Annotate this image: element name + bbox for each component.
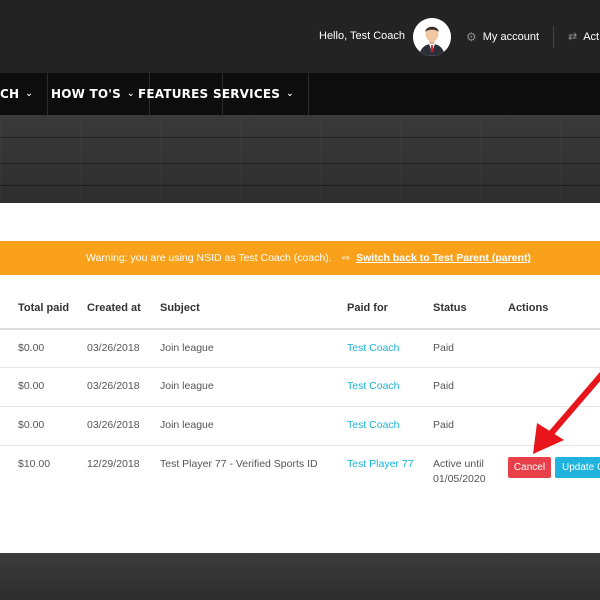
swap-icon: ⇄ <box>568 31 578 43</box>
nav-item-label: FEATURES <box>138 87 209 101</box>
nav-item-label: HOW TO'S <box>51 87 121 101</box>
cell-subject: Join league <box>160 419 214 431</box>
nav-item-label: SERVICES <box>213 87 281 101</box>
cell-status: Paid <box>433 342 455 354</box>
cell-status: Paid <box>433 419 455 431</box>
cell-status: Active until 01/05/2020 <box>433 457 503 487</box>
cell-paid-for-link[interactable]: Test Coach <box>347 379 400 394</box>
content-panel: Warning: you are using NSID as Test Coac… <box>0 203 600 553</box>
cell-total-paid: $0.00 <box>18 342 45 354</box>
chevron-down-icon: ⌄ <box>25 89 33 99</box>
warning-text: Warning: you are using NSID as Test Coac… <box>86 252 332 264</box>
cell-total-paid: $0.00 <box>18 380 45 392</box>
header-divider <box>553 26 554 48</box>
greeting-text: Hello, Test Coach <box>319 30 406 42</box>
wood-plank-line <box>0 185 600 186</box>
activity-link[interactable]: ⇄ Act <box>568 30 600 44</box>
sign-out-icon: ⇨ <box>341 252 351 264</box>
update-button[interactable]: Update C <box>555 457 600 478</box>
row-divider <box>0 367 600 368</box>
avatar[interactable] <box>413 18 451 56</box>
cell-paid-for-link[interactable]: Test Player 77 <box>347 457 414 472</box>
footer-background <box>0 553 600 600</box>
cell-status: Paid <box>433 380 455 392</box>
status-line-1: Active until <box>433 458 484 470</box>
cell-total-paid: $10.00 <box>18 458 51 470</box>
hero-banner <box>0 115 600 203</box>
column-header-status: Status <box>433 302 467 314</box>
cell-subject: Join league <box>160 342 214 354</box>
cell-created-at: 03/26/2018 <box>87 342 140 354</box>
cell-paid-for-link[interactable]: Test Coach <box>347 341 400 356</box>
switch-back-link[interactable]: Switch back to Test Parent (parent) <box>356 252 531 264</box>
cell-subject: Join league <box>160 380 214 392</box>
column-header-subject: Subject <box>160 302 200 314</box>
column-header-total-paid: Total paid <box>18 302 70 314</box>
my-account-label: My account <box>482 31 540 43</box>
column-header-created-at: Created at <box>87 302 141 314</box>
cell-created-at: 03/26/2018 <box>87 419 140 431</box>
nav-item-label: CH <box>0 87 20 101</box>
impersonation-warning: Warning: you are using NSID as Test Coac… <box>0 241 600 275</box>
column-header-paid-for: Paid for <box>347 302 388 314</box>
cell-subject: Test Player 77 - Verified Sports ID <box>160 458 318 470</box>
chevron-down-icon: ⌄ <box>286 89 294 99</box>
activity-label: Act <box>583 30 600 43</box>
cancel-button[interactable]: Cancel <box>508 457 551 478</box>
wood-plank-line <box>0 163 600 164</box>
row-divider <box>0 445 600 446</box>
cell-created-at: 12/29/2018 <box>87 458 140 470</box>
cell-created-at: 03/26/2018 <box>87 380 140 392</box>
top-bar: Hello, Test Coach ⚙ My account ⇄ Act <box>0 0 600 73</box>
main-nav: CH ⌄ HOW TO'S ⌄ FEATURES SERVICES ⌄ <box>0 73 600 115</box>
gear-icon: ⚙ <box>466 30 477 44</box>
cell-paid-for-link[interactable]: Test Coach <box>347 418 400 433</box>
my-account-link[interactable]: ⚙ My account <box>466 30 539 44</box>
status-line-2: 01/05/2020 <box>433 473 486 485</box>
row-divider <box>0 406 600 407</box>
column-header-actions: Actions <box>508 302 549 314</box>
nav-item-services[interactable]: SERVICES ⌄ <box>199 73 309 115</box>
avatar-image <box>413 18 451 56</box>
table-header-divider <box>0 328 600 330</box>
wood-plank-line <box>0 137 600 138</box>
cell-total-paid: $0.00 <box>18 419 45 431</box>
